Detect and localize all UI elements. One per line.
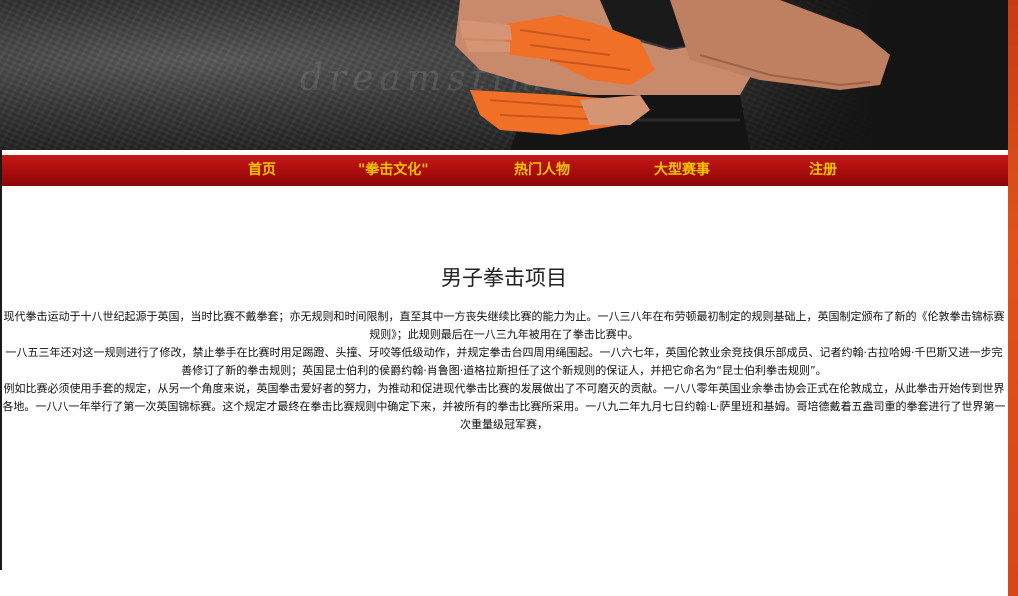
boxer-figure-image (455, 0, 890, 150)
nav-register-link[interactable]: 注册 (809, 155, 837, 186)
left-border-line (0, 150, 2, 570)
article-paragraph: 现代拳击运动于十八世纪起源于英国，当时比赛不戴拳套；亦无规则和时间限制，直至其中… (3, 310, 1005, 341)
article-paragraph: 例如比赛必须使用手套的规定，从另一个角度来说，英国拳击爱好者的努力，为推动和促进… (2, 382, 1006, 431)
article-paragraph: 一八五三年还对这一规则进行了修改，禁止拳手在比赛时用足踢蹬、头撞、牙咬等低级动作… (5, 346, 1003, 377)
nav-popular-people-link[interactable]: 热门人物 (514, 155, 570, 186)
hero-banner: dreamstime (0, 0, 1008, 150)
nav-home-link[interactable]: 首页 (248, 155, 276, 186)
nav-boxing-culture-link[interactable]: "拳击文化" (358, 155, 429, 186)
main-navbar: 首页 "拳击文化" 热门人物 大型赛事 注册 (0, 155, 1008, 186)
page-title: 男子拳击项目 (441, 266, 567, 290)
right-edge-strip (1008, 0, 1018, 596)
nav-major-events-link[interactable]: 大型赛事 (654, 155, 710, 186)
article-body: 现代拳击运动于十八世纪起源于英国，当时比赛不戴拳套；亦无规则和时间限制，直至其中… (0, 308, 1008, 434)
